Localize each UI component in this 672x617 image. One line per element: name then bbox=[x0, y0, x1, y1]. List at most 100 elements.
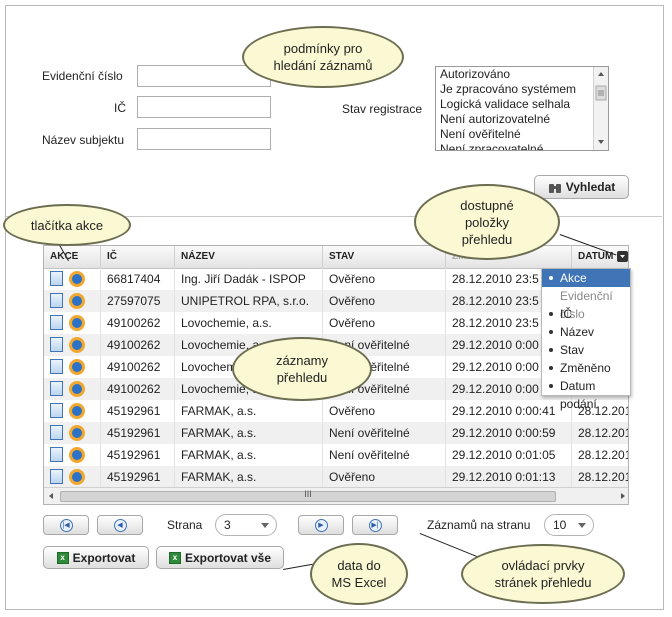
cell-datum: 28.12.201 bbox=[572, 466, 628, 488]
ic-input[interactable] bbox=[137, 96, 271, 118]
prev-page-button[interactable]: ◀ bbox=[97, 515, 143, 535]
column-option-label: Změněno bbox=[560, 361, 611, 375]
table-row[interactable]: 45192961 FARMAK, a.s. Ověřeno 29.12.2010 0:… bbox=[44, 400, 628, 422]
document-icon[interactable] bbox=[50, 425, 63, 440]
table-row[interactable]: 45192961 FARMAK, a.s. Není ověřitelné 29.12… bbox=[44, 444, 628, 466]
callout-text: dostupné bbox=[460, 197, 514, 213]
column-option[interactable]: Akce bbox=[542, 269, 630, 287]
stav-option[interactable]: Je zpracováno systémem bbox=[436, 82, 608, 97]
callout-text: hledání záznamů bbox=[273, 58, 373, 73]
per-page-select[interactable]: 10 bbox=[544, 514, 594, 536]
header-stav[interactable]: STAV bbox=[323, 246, 446, 268]
column-option[interactable]: Název bbox=[542, 323, 630, 341]
export-button[interactable]: x Exportovat bbox=[43, 546, 149, 569]
history-clock-icon[interactable] bbox=[69, 469, 85, 485]
document-icon[interactable] bbox=[50, 403, 63, 418]
first-page-button[interactable]: |◀ bbox=[43, 515, 89, 535]
cell-akce bbox=[44, 400, 101, 422]
stav-option[interactable]: Není autorizovatelné bbox=[436, 112, 608, 127]
document-icon[interactable] bbox=[50, 293, 63, 308]
cell-ic: 66817404 bbox=[101, 268, 175, 290]
cell-ic: 45192961 bbox=[101, 422, 175, 444]
header-akce[interactable]: AKCE bbox=[44, 246, 101, 268]
cell-nazev: Ing. Jiří Dadák - ISPOP bbox=[175, 268, 323, 290]
history-clock-icon[interactable] bbox=[69, 271, 85, 287]
cell-ic: 27597075 bbox=[101, 290, 175, 312]
scroll-thumb[interactable]: III bbox=[60, 489, 556, 502]
column-option[interactable]: IČ bbox=[542, 305, 630, 323]
list-scrollbar[interactable] bbox=[593, 67, 608, 150]
stav-registrace-list[interactable]: Autorizováno Je zpracováno systémem Logi… bbox=[435, 66, 609, 151]
stav-option[interactable]: Logická validace selhala bbox=[436, 97, 608, 112]
stav-option[interactable]: Není zpracovatelné bbox=[436, 142, 608, 150]
callout-text: přehledu bbox=[276, 370, 328, 385]
column-menu-toggle[interactable] bbox=[617, 251, 628, 262]
cell-stav: Není ověřitelné bbox=[323, 444, 446, 466]
document-icon[interactable] bbox=[50, 447, 63, 462]
cell-akce bbox=[44, 466, 101, 488]
document-icon[interactable] bbox=[50, 359, 63, 374]
cell-ic: 49100262 bbox=[101, 356, 175, 378]
cell-zmeneno: 29.12.2010 0:01:13 bbox=[446, 466, 572, 488]
cell-akce bbox=[44, 312, 101, 334]
document-icon[interactable] bbox=[50, 315, 63, 330]
table-row[interactable]: 45192961 FARMAK, a.s. Není ověřitelné 29.12… bbox=[44, 422, 628, 444]
search-button[interactable]: Vyhledat bbox=[534, 175, 629, 199]
document-icon[interactable] bbox=[50, 271, 63, 286]
history-clock-icon[interactable] bbox=[69, 447, 85, 463]
cell-zmeneno: 29.12.2010 0:00:59 bbox=[446, 422, 572, 444]
cell-ic: 45192961 bbox=[101, 444, 175, 466]
column-option-label: Datum podání bbox=[560, 379, 597, 411]
grid-horizontal-scrollbar[interactable]: III bbox=[44, 487, 628, 504]
cell-stav: Ověřeno bbox=[323, 466, 446, 488]
cell-datum: 28.12.201 bbox=[572, 422, 628, 444]
export-all-button[interactable]: x Exportovat vše bbox=[156, 546, 284, 569]
callout-text: ovládací prvky bbox=[501, 558, 585, 573]
nazev-subjektu-label: Název subjektu bbox=[42, 133, 125, 147]
nazev-subjektu-input[interactable] bbox=[137, 128, 271, 150]
callout-columns: dostupné položky přehledu bbox=[414, 184, 560, 260]
next-page-button[interactable]: ▶ bbox=[298, 515, 344, 535]
bullet-icon bbox=[549, 276, 553, 280]
history-clock-icon[interactable] bbox=[69, 337, 85, 353]
cell-stav: Ověřeno bbox=[323, 290, 446, 312]
search-button-label: Vyhledat bbox=[565, 180, 616, 194]
column-option-label: Stav bbox=[560, 343, 585, 357]
excel-icon: x bbox=[168, 551, 181, 564]
evidencni-cislo-label: Evidenční číslo bbox=[42, 69, 123, 83]
cell-stav: Ověřeno bbox=[323, 268, 446, 290]
cell-stav: Ověřeno bbox=[323, 400, 446, 422]
callout-text: podmínky pro bbox=[283, 41, 363, 56]
stav-option[interactable]: Autorizováno bbox=[436, 67, 608, 82]
history-clock-icon[interactable] bbox=[69, 403, 85, 419]
cell-nazev: FARMAK, a.s. bbox=[175, 422, 323, 444]
callout-text: položky bbox=[464, 214, 510, 230]
column-option[interactable]: Změněno bbox=[542, 359, 630, 377]
export-all-button-label: Exportovat vše bbox=[184, 550, 272, 565]
document-icon[interactable] bbox=[50, 337, 63, 352]
cell-akce bbox=[44, 422, 101, 444]
history-clock-icon[interactable] bbox=[69, 293, 85, 309]
document-icon[interactable] bbox=[50, 469, 63, 484]
history-clock-icon[interactable] bbox=[69, 359, 85, 375]
header-nazev[interactable]: NÁZEV bbox=[175, 246, 323, 268]
column-option[interactable]: Datum podání bbox=[542, 377, 630, 411]
history-clock-icon[interactable] bbox=[69, 425, 85, 441]
bullet-icon bbox=[549, 366, 553, 370]
cell-akce bbox=[44, 268, 101, 290]
callout-excel: data do MS Excel bbox=[310, 543, 408, 605]
cell-ic: 49100262 bbox=[101, 312, 175, 334]
column-option[interactable]: Evidenční číslo bbox=[542, 287, 630, 321]
column-chooser-menu: Akce Evidenční číslo IČ Název Stav Změněno Dat… bbox=[541, 268, 631, 411]
history-clock-icon[interactable] bbox=[69, 381, 85, 397]
document-icon[interactable] bbox=[50, 381, 63, 396]
header-ic[interactable]: IČ bbox=[101, 246, 175, 268]
prev-page-icon: ◀ bbox=[113, 518, 127, 532]
page-select[interactable]: 3 bbox=[215, 514, 277, 536]
callout-text: MS Excel bbox=[331, 575, 387, 590]
last-page-button[interactable]: ▶| bbox=[352, 515, 398, 535]
history-clock-icon[interactable] bbox=[69, 315, 85, 331]
column-option[interactable]: Stav bbox=[542, 341, 630, 359]
table-row[interactable]: 45192961 FARMAK, a.s. Ověřeno 29.12.2010 0:… bbox=[44, 466, 628, 488]
stav-option[interactable]: Není ověřitelné bbox=[436, 127, 608, 142]
